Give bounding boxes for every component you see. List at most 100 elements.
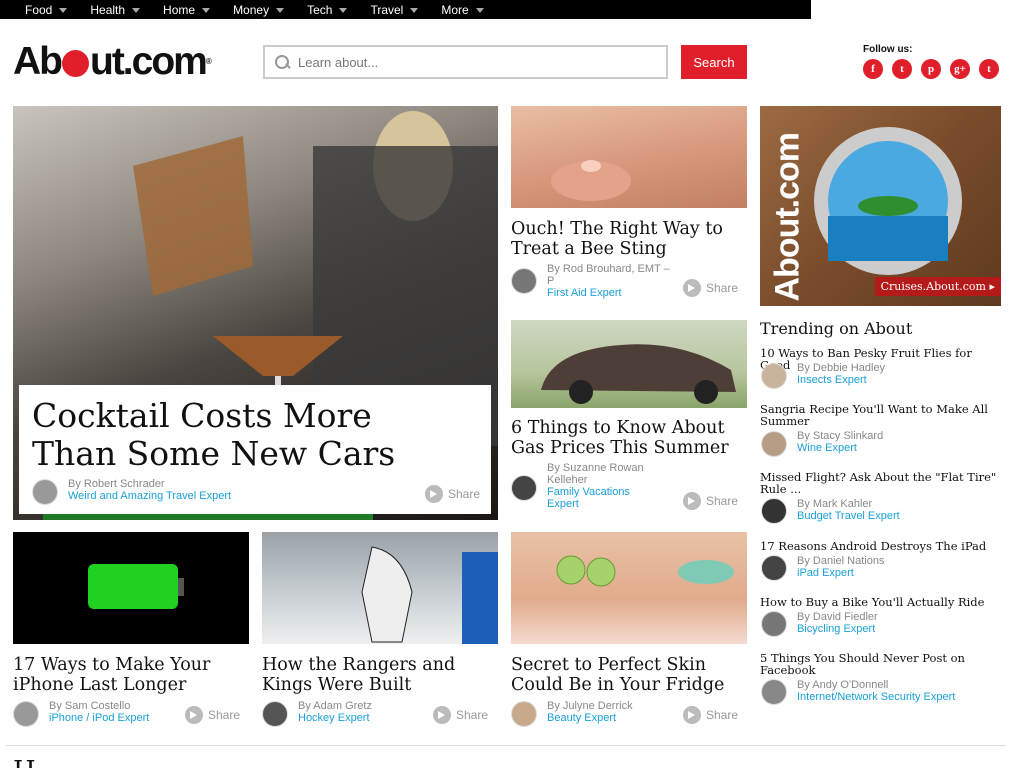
author-role-link[interactable]: Budget Travel Expert bbox=[797, 510, 900, 522]
author-role-link[interactable]: Beauty Expert bbox=[547, 712, 677, 724]
author-role-link[interactable]: Internet/Network Security Expert bbox=[797, 691, 955, 703]
trending-byline: By Mark Kahler Budget Travel Expert bbox=[797, 498, 900, 522]
share-button[interactable]: Share bbox=[683, 279, 738, 297]
author-role-link[interactable]: First Aid Expert bbox=[547, 287, 677, 299]
trending-title[interactable]: Missed Flight? Ask About the "Flat Tire"… bbox=[760, 471, 1000, 495]
site-logo[interactable]: Ab ut.com® bbox=[13, 42, 212, 82]
article-byline: By Suzanne Rowan Kelleher Family Vacation… bbox=[547, 462, 657, 510]
article-title[interactable]: 6 Things to Know About Gas Prices This S… bbox=[511, 418, 747, 458]
avatar bbox=[761, 555, 787, 581]
pinterest-icon[interactable]: p bbox=[921, 59, 941, 79]
author-name: By Adam Gretz bbox=[298, 700, 372, 712]
ad-brand: About.com bbox=[768, 132, 807, 302]
author-name: By Suzanne Rowan Kelleher bbox=[547, 462, 644, 486]
author-name: By Robert Schrader bbox=[68, 478, 165, 490]
article-title[interactable]: Ouch! The Right Way to Treat a Bee Sting bbox=[511, 219, 747, 259]
facebook-icon[interactable]: f bbox=[863, 59, 883, 79]
tumblr-icon[interactable]: t bbox=[979, 59, 999, 79]
article-title[interactable]: 17 Ways to Make Your iPhone Last Longer bbox=[13, 655, 249, 695]
avatar bbox=[761, 679, 787, 705]
trending-title[interactable]: How to Buy a Bike You'll Actually Ride bbox=[760, 596, 1005, 608]
nav-travel[interactable]: Travel bbox=[370, 2, 419, 17]
social-links: f t p g+ t bbox=[863, 59, 1008, 79]
trending-title[interactable]: Sangria Recipe You'll Want to Make All S… bbox=[760, 403, 1000, 427]
share-icon bbox=[683, 492, 701, 510]
share-button[interactable]: Share bbox=[683, 706, 738, 724]
share-label: Share bbox=[456, 708, 489, 722]
article-image[interactable] bbox=[511, 320, 747, 408]
article-title[interactable]: Secret to Perfect Skin Could Be in Your … bbox=[511, 655, 747, 695]
follow-label: Follow us: bbox=[863, 44, 913, 55]
share-label: Share bbox=[208, 708, 241, 722]
article-image[interactable] bbox=[511, 106, 747, 208]
chevron-down-icon bbox=[202, 7, 211, 13]
author-role-link[interactable]: Weird and Amazing Travel Expert bbox=[68, 490, 231, 502]
search-icon bbox=[275, 54, 290, 70]
trending-title[interactable]: 17 Reasons Android Destroys The iPad bbox=[760, 540, 1005, 552]
share-button[interactable]: Share bbox=[433, 706, 488, 724]
author-name: By Rod Brouhard, EMT – P bbox=[547, 263, 670, 287]
skin-illustration bbox=[556, 555, 734, 587]
author-role-link[interactable]: Hockey Expert bbox=[298, 712, 428, 724]
avatar bbox=[511, 701, 537, 727]
avatar bbox=[13, 701, 39, 727]
cruises-ad[interactable]: About.com Cruises.About.com ▸ bbox=[760, 106, 1001, 306]
nav-money[interactable]: Money bbox=[233, 3, 285, 17]
search-input[interactable] bbox=[298, 54, 658, 70]
author-role-link[interactable]: Bicycling Expert bbox=[797, 623, 878, 635]
author-name: By Julyne Derrick bbox=[547, 700, 633, 712]
share-label: Share bbox=[448, 487, 481, 501]
share-icon bbox=[433, 706, 451, 724]
hero-byline: By Robert Schrader Weird and Amazing Tra… bbox=[68, 478, 231, 502]
share-button[interactable]: Share bbox=[185, 706, 240, 724]
nav-tech[interactable]: Tech bbox=[307, 3, 348, 17]
twitter-icon[interactable]: t bbox=[892, 59, 912, 79]
author-name: By Mark Kahler bbox=[797, 498, 873, 510]
nav-more[interactable]: More bbox=[441, 3, 484, 17]
hero-caption: Cocktail Costs More Than Some New Cars By… bbox=[19, 385, 491, 514]
author-name: By Andy O'Donnell bbox=[797, 679, 889, 691]
author-role-link[interactable]: iPad Expert bbox=[797, 567, 884, 579]
nav-label: Health bbox=[90, 2, 126, 17]
avatar bbox=[262, 701, 288, 727]
chevron-down-icon bbox=[276, 7, 285, 13]
author-role-link[interactable]: Wine Expert bbox=[797, 442, 883, 454]
trending-byline: By Debbie Hadley Insects Expert bbox=[797, 362, 885, 386]
share-icon bbox=[425, 485, 443, 503]
battery-illustration bbox=[88, 564, 184, 609]
article-byline: By Sam Costello iPhone / iPod Expert bbox=[49, 700, 179, 724]
author-role-link[interactable]: iPhone / iPod Expert bbox=[49, 712, 179, 724]
share-icon bbox=[185, 706, 203, 724]
author-role-link[interactable]: Insects Expert bbox=[797, 374, 885, 386]
share-label: Share bbox=[706, 281, 739, 295]
hero-title[interactable]: Cocktail Costs More Than Some New Cars bbox=[32, 397, 395, 473]
trending-heading: Trending on About bbox=[760, 319, 913, 338]
author-role-link[interactable]: Family Vacations Expert bbox=[547, 486, 657, 510]
nav-label: Travel bbox=[370, 2, 404, 17]
search-button[interactable]: Search bbox=[681, 45, 747, 79]
nav-home[interactable]: Home bbox=[163, 3, 211, 17]
article-byline: By Julyne Derrick Beauty Expert bbox=[547, 700, 677, 724]
article-image[interactable] bbox=[13, 532, 249, 644]
share-label: Share bbox=[706, 708, 739, 722]
trending-byline: By David Fiedler Bicycling Expert bbox=[797, 611, 878, 635]
googleplus-icon[interactable]: g+ bbox=[950, 59, 970, 79]
ad-link[interactable]: Cruises.About.com ▸ bbox=[874, 277, 1001, 296]
article-title[interactable]: How the Rangers and Kings Were Built bbox=[262, 655, 498, 695]
author-name: By Debbie Hadley bbox=[797, 362, 886, 374]
share-icon bbox=[683, 279, 701, 297]
logo-text-end: ut.com bbox=[90, 40, 208, 83]
article-byline: By Adam Gretz Hockey Expert bbox=[298, 700, 428, 724]
chevron-down-icon bbox=[339, 7, 348, 13]
article-image[interactable] bbox=[262, 532, 498, 644]
nav-label: Food bbox=[25, 2, 53, 17]
share-button[interactable]: Share bbox=[425, 485, 480, 503]
article-image[interactable] bbox=[511, 532, 747, 644]
trending-title[interactable]: 5 Things You Should Never Post on Facebo… bbox=[760, 652, 980, 676]
nav-food[interactable]: Food bbox=[25, 2, 68, 17]
nav-health[interactable]: Health bbox=[90, 2, 141, 17]
trademark: ® bbox=[205, 57, 212, 66]
share-button[interactable]: Share bbox=[683, 492, 738, 510]
avatar bbox=[761, 363, 787, 389]
author-name: By Daniel Nations bbox=[797, 555, 885, 567]
